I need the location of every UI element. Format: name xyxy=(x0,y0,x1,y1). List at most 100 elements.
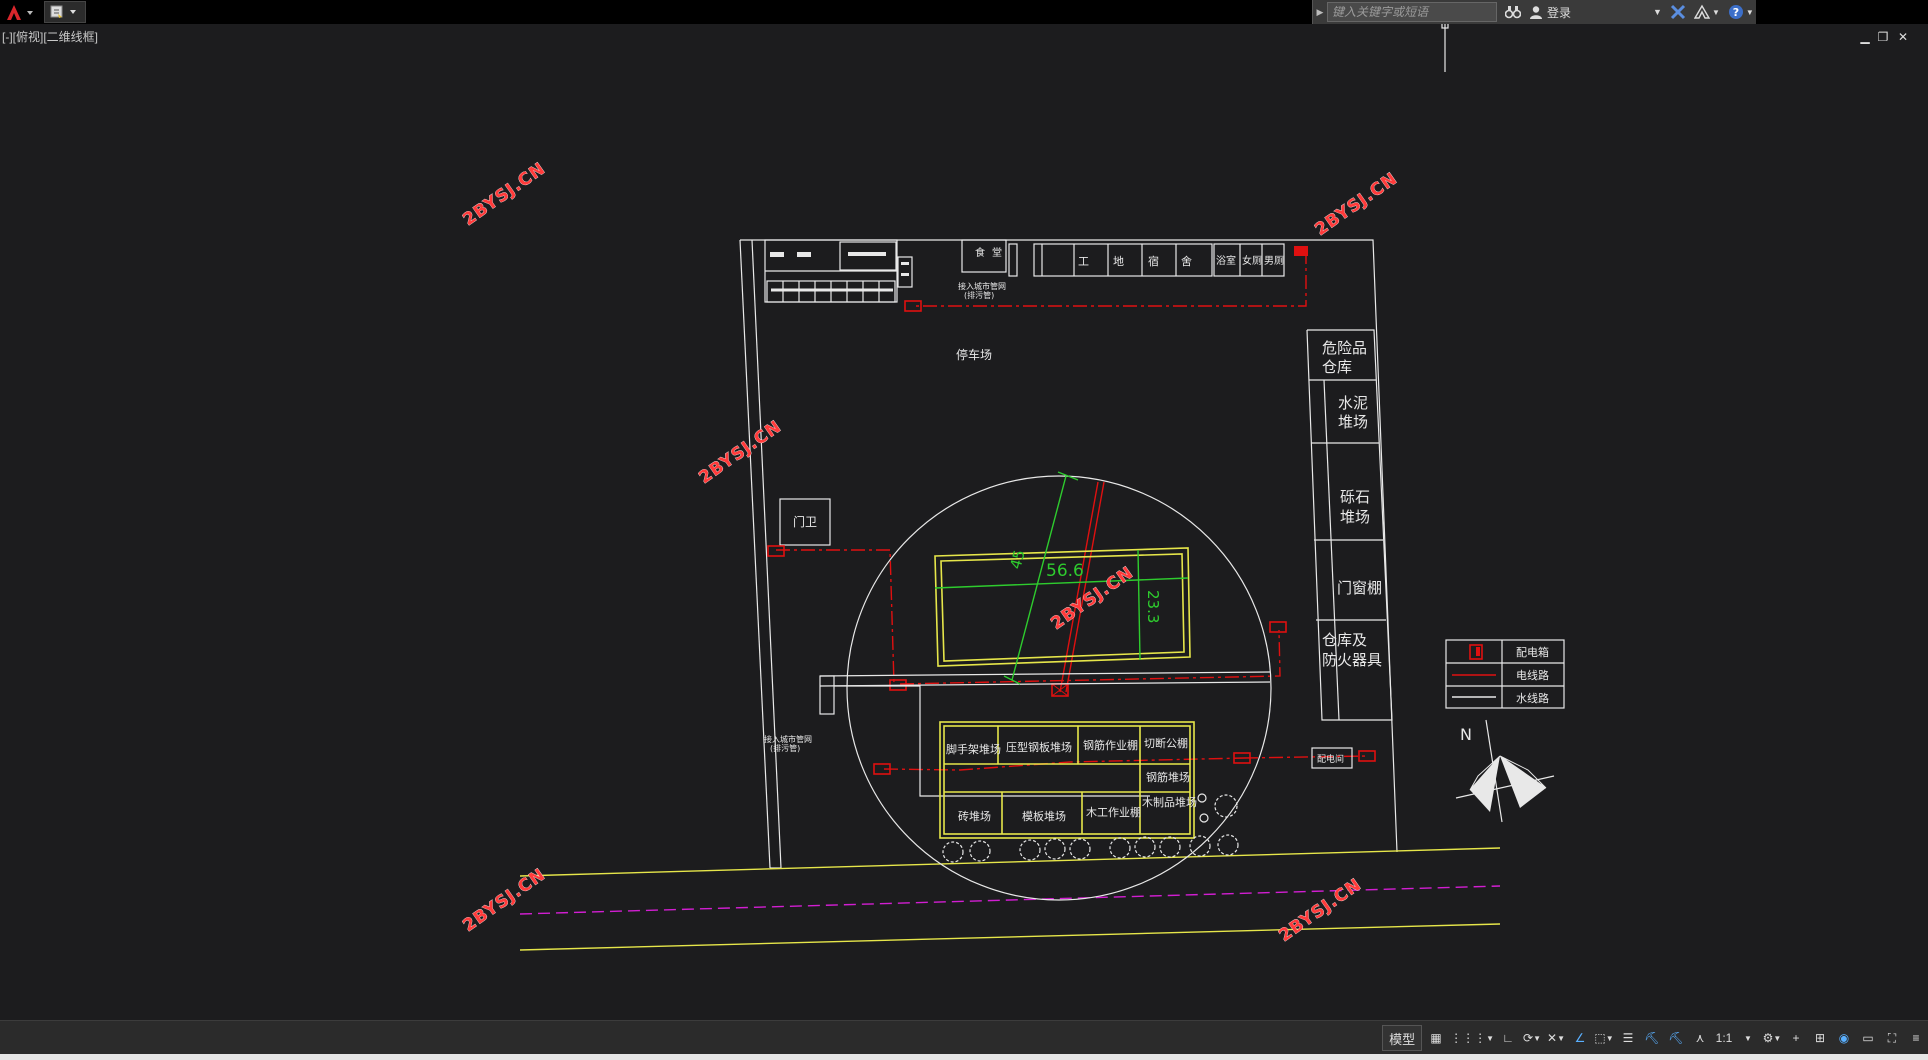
search-toolbar: ▶ 登录 ▼ ▼ ? ▼ xyxy=(1312,0,1756,24)
canteen-label-1: 食 xyxy=(975,246,985,259)
main-building: 56.6 23.3 45 xyxy=(934,471,1191,685)
hazmat-label-1: 危险品 xyxy=(1322,339,1367,357)
customize-menu-icon[interactable]: ≡ xyxy=(1906,1026,1926,1050)
help-icon: ? xyxy=(1728,5,1743,19)
legend-distribution-box: 配电箱 xyxy=(1516,645,1549,659)
north-arrow-icon: N xyxy=(1455,719,1555,823)
yard-brick: 砖堆场 xyxy=(958,809,991,823)
dorm-label-2: 地 xyxy=(1113,255,1124,268)
auto-scale-icon[interactable]: ⛏ xyxy=(1666,1026,1686,1050)
status-bar: 模型 ▦ ⋮⋮⋮ ▼ ∟ ⟳ ▼ ✕ ▼ ∠ ⬚ ▼ ☰ ⛏ ⛏ ⋏ 1:1 ▼ ⚙ ▼ … xyxy=(0,1020,1928,1055)
workspace-icon xyxy=(50,5,76,18)
autocad-logo-icon xyxy=(7,5,33,20)
a360-icon xyxy=(1693,4,1710,19)
distribution-boxes xyxy=(767,246,1376,775)
warehouse-label-1: 仓库及 xyxy=(1322,631,1367,649)
exchange-x-icon xyxy=(1670,4,1685,20)
workspace-gear-icon[interactable]: ⚙ ▼ xyxy=(1762,1026,1782,1050)
search-expand-icon[interactable]: ▶ xyxy=(1313,0,1327,24)
annotation-scale-value[interactable]: 1:1 xyxy=(1714,1026,1734,1050)
annotation-scale-icon[interactable]: ⋏ xyxy=(1690,1026,1710,1050)
dorm-label-1: 工 xyxy=(1078,255,1089,268)
drawing-canvas[interactable]: .w{stroke:#e8e8e8;fill:none;stroke-width… xyxy=(0,24,1928,1020)
dorm-label-4: 舍 xyxy=(1181,254,1192,268)
chevron-down-icon[interactable]: ▼ xyxy=(1738,1026,1758,1050)
isolate-objects-icon[interactable]: ◉ xyxy=(1834,1026,1854,1050)
annotation-visibility-icon[interactable]: ⛏ xyxy=(1642,1026,1662,1050)
yard-cutting-shed: 切断公棚 xyxy=(1144,736,1188,750)
dimension-diagonal: 45 xyxy=(1006,548,1028,571)
ortho-icon[interactable]: ∟ xyxy=(1498,1026,1518,1050)
mens-toilet-label: 男厕 xyxy=(1264,255,1284,267)
gravel-label-2: 堆场 xyxy=(1340,508,1370,526)
polar-tracking-icon[interactable]: ⟳ ▼ xyxy=(1522,1026,1542,1050)
binoculars-icon xyxy=(1505,6,1521,19)
object-snap-icon[interactable]: ⬚ ▼ xyxy=(1594,1026,1614,1050)
yard-rebar-storage: 钢筋堆场 xyxy=(1146,770,1190,784)
gravel-label-1: 砾石 xyxy=(1340,488,1370,506)
watermark-3: 2BYSJ.CN xyxy=(695,417,785,488)
sewer-note-left-1: 接入城市管网 xyxy=(764,734,812,744)
gate-label: 门卫 xyxy=(793,514,817,529)
lineweight-icon[interactable]: ☰ xyxy=(1618,1026,1638,1050)
dimension-width: 56.6 xyxy=(1046,561,1084,581)
womens-toilet-label: 女厕 xyxy=(1242,254,1262,267)
distribution-room-label: 配电间 xyxy=(1317,753,1344,765)
search-button[interactable] xyxy=(1505,5,1521,19)
north-label: N xyxy=(1460,725,1472,744)
legend-water-line: 水线路 xyxy=(1516,691,1549,705)
object-snap-tracking-icon[interactable]: ∠ xyxy=(1570,1026,1590,1050)
title-bar: ▶ 登录 ▼ ▼ ? ▼ xyxy=(0,0,1928,24)
legend: 配电箱 电线路 水线路 xyxy=(1445,639,1565,709)
hazmat-label-2: 仓库 xyxy=(1322,358,1352,376)
watermark-2: 2BYSJ.CN xyxy=(1311,169,1401,240)
units-icon[interactable]: ⊞ xyxy=(1810,1026,1830,1050)
chevron-down-icon: ▼ xyxy=(1745,7,1754,17)
user-icon xyxy=(1530,6,1542,19)
watermark-6: 2BYSJ.CN xyxy=(1275,875,1365,946)
watermark-5: 2BYSJ.CN xyxy=(459,865,549,936)
yard-formwork: 模板堆场 xyxy=(1022,809,1066,823)
power-lines xyxy=(776,250,1369,771)
yard-steel-sheet: 压型钢板堆场 xyxy=(1006,740,1072,754)
water-lines xyxy=(819,671,1271,797)
grid-icon[interactable]: ▦ xyxy=(1426,1026,1446,1050)
help-button[interactable]: ? ▼ xyxy=(1728,4,1754,20)
workspace-switch-button[interactable] xyxy=(44,1,86,23)
svg-text:?: ? xyxy=(1733,6,1739,19)
yard-wood-products: 木制品堆场 xyxy=(1142,795,1197,809)
autodesk-a360-button[interactable]: ▼ xyxy=(1693,4,1720,20)
dorm-label-3: 宿 xyxy=(1148,254,1159,268)
legend-power-line: 电线路 xyxy=(1516,668,1549,682)
hardware-acceleration-icon[interactable]: ▭ xyxy=(1858,1026,1878,1050)
cursor-crosshair xyxy=(1441,24,1449,72)
login-label: 登录 xyxy=(1547,5,1572,20)
search-input[interactable] xyxy=(1327,2,1497,22)
exchange-apps-button[interactable] xyxy=(1670,4,1686,20)
yard-carpentry-shed: 木工作业棚 xyxy=(1086,805,1141,819)
snap-icon[interactable]: ⋮⋮⋮ ▼ xyxy=(1450,1026,1494,1050)
chevron-down-icon: ▼ xyxy=(1653,7,1662,17)
model-tab[interactable]: 模型 xyxy=(1382,1025,1423,1051)
parking-label: 停车场 xyxy=(956,347,992,362)
bath-label: 浴室 xyxy=(1216,254,1236,267)
sewer-note-top-1: 接入城市管网 xyxy=(958,281,1006,291)
cement-label-1: 水泥 xyxy=(1338,394,1368,412)
yard-scaffold: 脚手架堆场 xyxy=(946,742,1001,756)
door-window-shed-label: 门窗棚 xyxy=(1337,579,1382,597)
material-yards: 脚手架堆场 压型钢板堆场 钢筋作业棚 切断公棚 钢筋堆场 砖堆场 模板堆场 木工… xyxy=(939,721,1197,839)
isodraft-icon[interactable]: ✕ ▼ xyxy=(1546,1026,1566,1050)
taskbar-strip xyxy=(0,1054,1928,1060)
top-buildings: 食 堂 工 地 宿 舍 浴室 女厕 男厕 接入城市管网 (排污管) xyxy=(764,239,1285,303)
login-button[interactable]: 登录 ▼ xyxy=(1529,4,1662,21)
watermarks: 2BYSJ.CN 2BYSJ.CN 2BYSJ.CN 2BYSJ.CN 2BYS… xyxy=(459,158,1402,946)
dimension-height: 23.3 xyxy=(1144,590,1162,623)
chevron-down-icon: ▼ xyxy=(1711,7,1720,17)
plus-icon[interactable]: + xyxy=(1786,1026,1806,1050)
sewer-note-top-2: (排污管) xyxy=(964,290,994,300)
crane-radius-circle xyxy=(846,475,1272,901)
clean-screen-icon[interactable]: ⛶ xyxy=(1882,1026,1902,1050)
watermark-1: 2BYSJ.CN xyxy=(459,159,549,230)
application-menu-button[interactable] xyxy=(0,0,40,24)
canteen-label-2: 堂 xyxy=(992,247,1002,259)
